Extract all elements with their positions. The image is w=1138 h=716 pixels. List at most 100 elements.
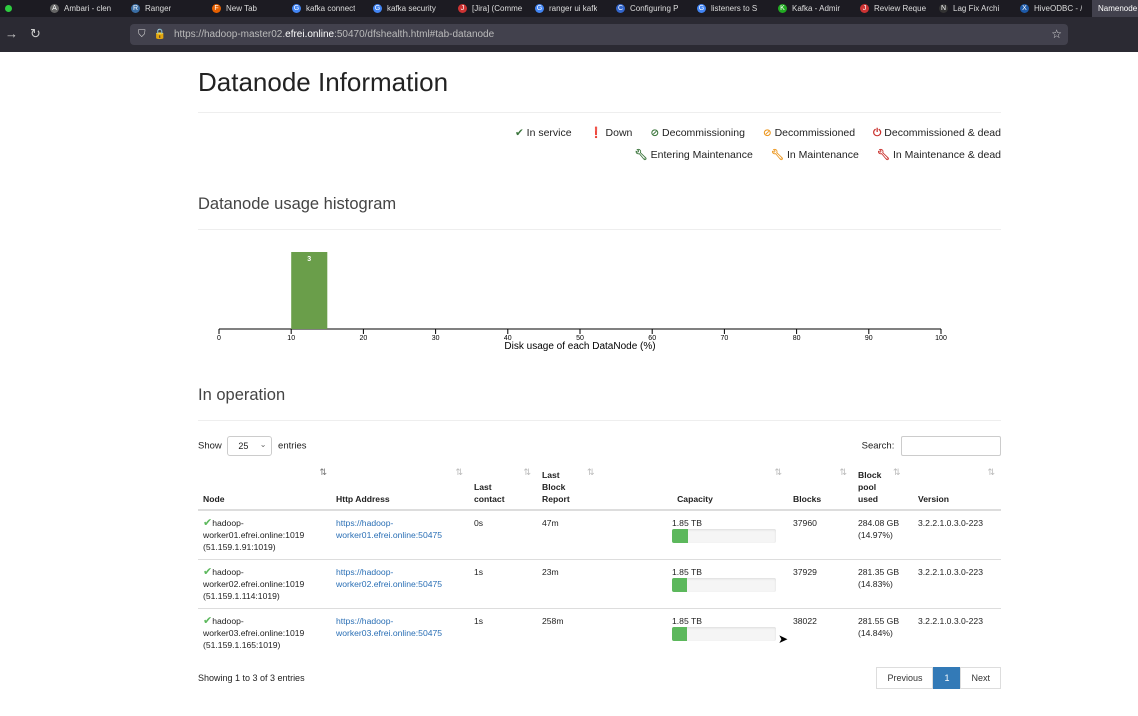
- usage-histogram: 0 10 20 30 40 50 60 70 80 90 1003Disk usage of eac…: [217, 252, 947, 352]
- check-icon: ✔: [203, 615, 213, 627]
- cell-last-block-report: 258m: [537, 608, 602, 657]
- legend-decommissioned: ⊘ Decommissioned: [762, 127, 856, 139]
- col-version[interactable]: Version ⇅: [913, 466, 1001, 511]
- cell-version: 3.2.2.1.0.3.0-223: [913, 608, 1001, 657]
- browser-tab[interactable]: N Lag Fix Archi: [939, 0, 999, 17]
- table-controls: Show 25 ⌄ entries Search:: [198, 436, 1001, 456]
- cell-http: https://hadoop-worker03.efrei.online:504…: [331, 608, 469, 657]
- legend-in-maintenance: 🔧︎ In Maintenance: [770, 149, 859, 161]
- ban-icon: ⊘: [650, 127, 660, 139]
- col-node[interactable]: Node ⇅: [198, 466, 331, 511]
- browser-tab[interactable]: A Ambari - clen: [50, 0, 111, 17]
- http-address-link[interactable]: https://hadoop-worker02.efrei.online:504…: [336, 567, 442, 589]
- tab-favicon-icon: N: [939, 4, 948, 13]
- tab-favicon-icon: F: [212, 4, 221, 13]
- url-field[interactable]: ⛉ 🔒 https://hadoop-master02.efrei.online…: [130, 24, 1068, 45]
- cell-http: https://hadoop-worker02.efrei.online:504…: [331, 559, 469, 609]
- x-tick-label: 80: [793, 335, 801, 342]
- browser-tab[interactable]: J [Jira] (Comme: [458, 0, 522, 17]
- wrench-icon: 🔧︎: [770, 149, 785, 161]
- browser-tab[interactable]: Granger ui kafk: [535, 0, 597, 17]
- col-blocks[interactable]: Blocks ⇅: [788, 466, 853, 511]
- browser-tab[interactable]: F New Tab: [212, 0, 257, 17]
- http-address-link[interactable]: https://hadoop-worker01.efrei.online:504…: [336, 518, 442, 540]
- browser-tab[interactable]: C Configuring P: [616, 0, 678, 17]
- tab-label: ranger ui kafk: [549, 4, 598, 13]
- tab-favicon-icon: G: [292, 4, 301, 13]
- x-tick-label: 100: [935, 335, 947, 342]
- cell-capacity: 1.85 TB: [602, 559, 788, 609]
- table-row: ✔hadoop-worker03.efrei.online:1019 (51.15…: [198, 608, 1001, 657]
- wrench-icon: 🔧︎: [876, 149, 891, 161]
- browser-tab[interactable]: R Ranger: [131, 0, 171, 17]
- table-row: ✔hadoop-worker02.efrei.online:1019 (51.15…: [198, 559, 1001, 609]
- http-address-link[interactable]: https://hadoop-worker03.efrei.online:504…: [336, 616, 442, 638]
- tab-label: Ambari - clen: [64, 4, 112, 13]
- legend-entering-maintenance: 🔧︎ Entering Maintenance: [634, 149, 753, 161]
- sort-icon: ⇅: [587, 467, 595, 477]
- browser-tab[interactable]: J Review Reque: [860, 0, 926, 17]
- histogram-bar: [291, 252, 328, 329]
- bookmark-star-icon[interactable]: ☆: [1051, 27, 1062, 41]
- cell-http: https://hadoop-worker01.efrei.online:504…: [331, 509, 469, 560]
- tab-favicon-icon: C: [616, 4, 625, 13]
- capacity-progress-fill: [672, 578, 688, 592]
- legend-down: ❗ Down: [589, 127, 633, 139]
- sort-icon: ⇅: [893, 467, 901, 477]
- cell-blocks: 38022: [788, 608, 853, 657]
- wrench-icon: 🔧︎: [634, 149, 648, 161]
- x-tick-label: 30: [432, 335, 440, 342]
- legend-in-maintenance-dead: 🔧︎ In Maintenance & dead: [876, 149, 1001, 161]
- status-legend: ✔ In service ❗ Down ⊘ Decommissioning ⊘ …: [198, 126, 1001, 161]
- cell-last-block-report: 47m: [537, 509, 602, 560]
- tab-favicon-icon: X: [1020, 4, 1029, 13]
- window-close-dot[interactable]: [5, 5, 12, 12]
- check-icon: ✔: [203, 566, 213, 578]
- tab-label: Namenode: [1098, 4, 1138, 13]
- tab-favicon-icon: K: [778, 4, 787, 13]
- tab-label: kafka security: [387, 4, 436, 13]
- search-input[interactable]: [901, 436, 1001, 456]
- x-tick-label: 10: [287, 335, 295, 342]
- page-size-control: Show 25 ⌄ entries: [198, 436, 307, 456]
- divider: [198, 420, 1001, 421]
- show-label: Show: [198, 440, 222, 452]
- mouse-cursor-icon: ➤: [778, 632, 789, 646]
- browser-tab-bar: A Ambari - clen R Ranger F New Tab Gkafka conn…: [0, 0, 1138, 17]
- page-size-select[interactable]: 25 ⌄: [227, 436, 273, 456]
- col-last-block-report[interactable]: Last Block Report ⇅: [537, 466, 602, 511]
- col-capacity[interactable]: Capacity ⇅: [602, 466, 788, 511]
- x-axis-label: Disk usage of each DataNode (%): [504, 341, 655, 352]
- tab-favicon-icon: A: [50, 4, 59, 13]
- browser-tab[interactable]: X HiveODBC - /: [1020, 0, 1082, 17]
- cell-blocks: 37960: [788, 509, 853, 560]
- cell-version: 3.2.2.1.0.3.0-223: [913, 509, 1001, 560]
- browser-tab[interactable]: Gkafka security: [373, 0, 436, 17]
- sort-icon: ⇅: [523, 467, 531, 477]
- tab-label: Ranger: [145, 4, 172, 13]
- cell-last-block-report: 23m: [537, 559, 602, 609]
- cell-last-contact: 1s: [469, 559, 537, 609]
- tab-label: HiveODBC - /: [1034, 4, 1083, 13]
- browser-tab[interactable]: Glisteners to S: [697, 0, 757, 17]
- url-text: https://hadoop-master02.efrei.online:504…: [173, 29, 495, 40]
- col-last-contact[interactable]: Last contact ⇅: [469, 466, 537, 511]
- next-button[interactable]: Next: [960, 667, 1001, 689]
- pagination: Previous 1 Next: [876, 667, 1001, 689]
- entries-label: entries: [278, 440, 307, 452]
- browser-tab[interactable]: K Kafka - Admir: [778, 0, 840, 17]
- col-block-pool-used[interactable]: Block pool used ⇅: [853, 466, 913, 511]
- forward-icon[interactable]: →: [5, 26, 18, 41]
- tab-favicon-icon: G: [535, 4, 544, 13]
- col-http-address[interactable]: Http Address ⇅: [331, 466, 469, 511]
- cell-block-pool-used: 281.35 GB (14.83%): [853, 559, 913, 609]
- browser-tab[interactable]: Gkafka connect: [292, 0, 355, 17]
- histogram-title: Datanode usage histogram: [198, 195, 397, 213]
- sort-icon: ⇅: [839, 467, 847, 477]
- cell-node: ✔hadoop-worker03.efrei.online:1019 (51.15…: [198, 608, 331, 657]
- page-1-button[interactable]: 1: [933, 667, 961, 689]
- reload-icon[interactable]: ↻: [30, 26, 41, 42]
- browser-tab[interactable]: Namenode: [1092, 0, 1138, 17]
- previous-button[interactable]: Previous: [876, 667, 934, 689]
- chevron-down-icon: ⌄: [259, 440, 267, 449]
